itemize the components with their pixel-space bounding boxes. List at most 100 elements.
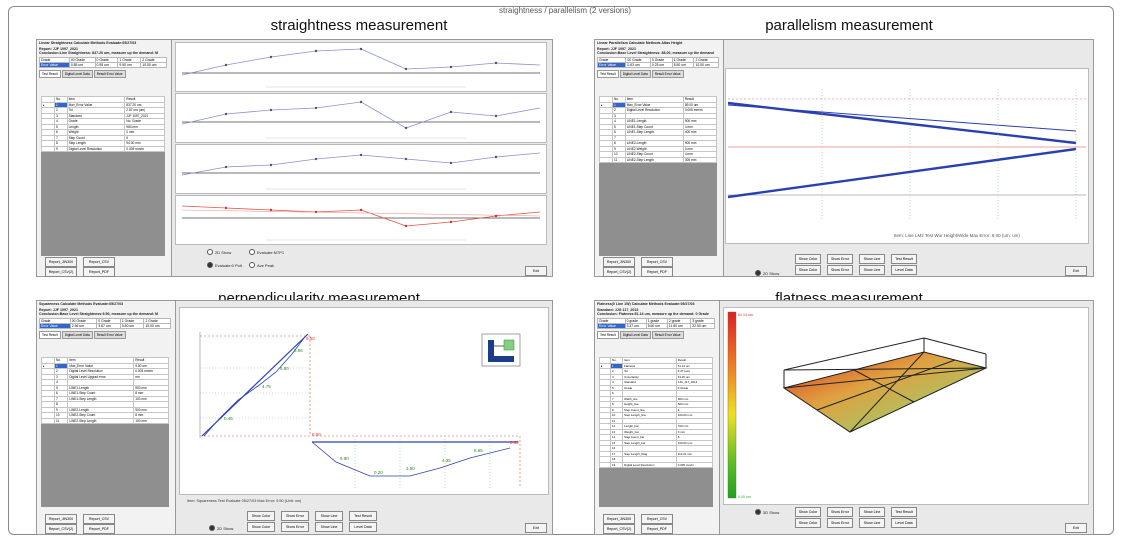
report-csv-button[interactable]: Report_CSV bbox=[641, 257, 673, 267]
radio-icon bbox=[207, 262, 213, 268]
left-panel: Linear Parallelism Calculate Methods Atl… bbox=[595, 40, 724, 276]
report-csv-button[interactable]: Report_CSV bbox=[83, 257, 115, 267]
header-line: Linear Straightness Calculate Methods Ev… bbox=[39, 41, 137, 45]
grade-value: 8.50 um bbox=[671, 61, 695, 68]
legend-top-label: 61.14 um bbox=[738, 313, 753, 317]
table-row: 11 LINE2-Step Length 100 mm bbox=[41, 417, 169, 424]
report-csv2-button[interactable]: Report_CSV(2) bbox=[603, 524, 635, 534]
report-pdf-button[interactable]: Report_PDF bbox=[83, 267, 115, 277]
vertical-label: 0.45 bbox=[224, 416, 233, 421]
show-error-button-2[interactable]: Show Error bbox=[827, 265, 853, 275]
horizontal-label: 6.90 bbox=[340, 456, 349, 461]
tab-result-error-value[interactable]: Result Error Value bbox=[651, 69, 684, 78]
show-color-button[interactable]: Show Color bbox=[247, 511, 275, 521]
grade-value: 0.25 um bbox=[649, 61, 673, 68]
show-error-button-2[interactable]: Show Error bbox=[281, 522, 309, 532]
show-error-button[interactable]: Show Error bbox=[827, 254, 853, 264]
level-data-button[interactable]: Level Data bbox=[349, 522, 377, 532]
report-pdf-button[interactable]: Report_PDF bbox=[83, 524, 115, 534]
parallelism-window: Linear Parallelism Calculate Methods Atl… bbox=[594, 39, 1094, 277]
show-line-button-2[interactable]: Show Line bbox=[315, 522, 343, 532]
perpendicularity-plot: 0.45 4.75 5.80 8.96 9.50 8.50 6.90 0.20 … bbox=[179, 307, 549, 495]
tab-digital-level-data[interactable]: Digital Level Data bbox=[61, 69, 93, 78]
show-line-button[interactable]: Show Line bbox=[859, 254, 885, 264]
straightness-plot-4 bbox=[175, 195, 547, 245]
grade-value: 0.63 um bbox=[625, 61, 651, 68]
report-pdf-button[interactable]: Report_PDF bbox=[641, 524, 673, 534]
composite-frame: straightness / parallelism (2 versions) … bbox=[8, 6, 1114, 535]
horizontal-label: 8.50 bbox=[510, 440, 519, 445]
radio-2d-show[interactable]: 2D Show bbox=[755, 270, 779, 276]
show-color-button[interactable]: Show Color bbox=[795, 254, 821, 264]
show-color-button[interactable]: Show Color bbox=[795, 507, 821, 517]
tab-bar: Test Result Digital Level Data Result Er… bbox=[597, 69, 721, 78]
horizontal-label: 0.20 bbox=[374, 470, 383, 475]
radio-evaluate-0-polt[interactable]: Evaluate:0 Polt bbox=[207, 262, 242, 268]
tab-result-error-value[interactable]: Result Error Value bbox=[93, 330, 126, 339]
show-error-button-2[interactable]: Show Error bbox=[827, 518, 853, 528]
left-panel: Squareness Calculate Methods Evaluate:05… bbox=[37, 301, 176, 534]
show-line-button-2[interactable]: Show Line bbox=[859, 265, 885, 275]
grade-value: 0.95 um bbox=[94, 61, 119, 68]
report-csv2-button[interactable]: Report_CSV(2) bbox=[603, 267, 635, 277]
result-grid: No. Item Result ▸ 1 Max_Error Value 9.50 um 2… bbox=[41, 357, 169, 507]
table-row: 9 Digital Level Resolution 0.005 mm/m bbox=[41, 145, 165, 152]
report-csv-button[interactable]: Report_CSV bbox=[641, 514, 673, 524]
header-line: Squareness Calculate Methods Evaluate:05… bbox=[39, 302, 124, 306]
tab-test-result[interactable]: Test Result bbox=[39, 69, 61, 78]
show-line-button[interactable]: Show Line bbox=[315, 511, 343, 521]
report-csv2-button[interactable]: Report_CSV(2) bbox=[45, 524, 77, 534]
show-color-button-2[interactable]: Show Color bbox=[247, 522, 275, 532]
show-error-button[interactable]: Show Error bbox=[281, 511, 309, 521]
exit-button[interactable]: Exit bbox=[525, 523, 547, 533]
report-jin300-button[interactable]: Report_JIN300 bbox=[45, 514, 77, 524]
report-jin300-button[interactable]: Report_JIN300 bbox=[45, 257, 77, 267]
test-result-button[interactable]: Test Result bbox=[891, 507, 917, 517]
show-line-button-2[interactable]: Show Line bbox=[859, 518, 885, 528]
vertical-label: 4.75 bbox=[262, 384, 271, 389]
radio-3d-show[interactable]: 3D Show bbox=[755, 509, 779, 515]
legend-bottom-label: 0.00 um bbox=[738, 495, 751, 499]
tab-digital-level-data[interactable]: Digital Level Data bbox=[61, 330, 93, 339]
report-csv-button[interactable]: Report_CSV bbox=[83, 514, 115, 524]
tab-test-result[interactable]: Test Result bbox=[39, 330, 61, 339]
report-csv2-button[interactable]: Report_CSV(2) bbox=[45, 267, 77, 277]
exit-button[interactable]: Exit bbox=[1065, 266, 1087, 276]
horizontal-label: 8.50 bbox=[312, 432, 321, 437]
straightness-plot-1 bbox=[175, 42, 547, 92]
exit-button[interactable]: Exit bbox=[1065, 523, 1087, 533]
flatness-window: Flatness(0 Line 1W) Calculate Methods Ev… bbox=[594, 300, 1094, 535]
tab-bar: Test Result Digital Level Data Result Er… bbox=[39, 69, 169, 78]
radio-ave-peak[interactable]: Ave Peak bbox=[249, 262, 274, 268]
tab-digital-level-data[interactable]: Digital Level Data bbox=[619, 69, 651, 78]
tab-result-error-value[interactable]: Result Error Value bbox=[93, 69, 126, 78]
report-jin300-button[interactable]: Report_JIN300 bbox=[603, 257, 635, 267]
show-error-button[interactable]: Show Error bbox=[827, 507, 853, 517]
radio-2d-show[interactable]: 2D Show bbox=[207, 249, 231, 255]
radio-2d-show[interactable]: 2D Show bbox=[209, 525, 233, 531]
radio-evaluate-m7p1[interactable]: Evaluate M7P1 bbox=[249, 249, 284, 255]
tab-digital-level-data[interactable]: Digital Level Data bbox=[619, 330, 651, 339]
test-result-button[interactable]: Test Result bbox=[349, 511, 377, 521]
report-pdf-button[interactable]: Report_PDF bbox=[641, 267, 673, 277]
square-diagram-icon bbox=[481, 333, 521, 367]
show-color-button-2[interactable]: Show Color bbox=[795, 265, 821, 275]
parallelism-plot: Item: Line LM2 Test Wor Height/Wide Max … bbox=[725, 68, 1089, 244]
exit-button[interactable]: Exit bbox=[525, 266, 547, 276]
straightness-window: Linear Straightness Calculate Methods Ev… bbox=[36, 39, 553, 277]
report-jin300-button[interactable]: Report_JIN300 bbox=[603, 514, 635, 524]
straightness-plot-3 bbox=[175, 144, 547, 194]
test-result-button[interactable]: Test Result bbox=[891, 254, 917, 264]
tab-bar: Test Result Digital Level Data Result Er… bbox=[597, 330, 717, 339]
tab-test-result[interactable]: Test Result bbox=[597, 69, 619, 78]
level-data-button[interactable]: Level Data bbox=[891, 265, 917, 275]
result-grid: No. Item Result ▸ 1 Max_Error Value 89.00 um … bbox=[599, 96, 718, 256]
grade-table: Grade 0 grade 1 grade 2 grade 3 grade Er… bbox=[597, 317, 715, 329]
level-data-button[interactable]: Level Data bbox=[891, 518, 917, 528]
show-line-button[interactable]: Show Line bbox=[859, 507, 885, 517]
tab-test-result[interactable]: Test Result bbox=[597, 330, 619, 339]
tab-result-error-value[interactable]: Result Error Value bbox=[651, 330, 684, 339]
show-color-button-2[interactable]: Show Color bbox=[795, 518, 821, 528]
flatness-plot: 61.14 um 0.00 um bbox=[723, 307, 1089, 505]
radio-icon bbox=[209, 525, 215, 531]
